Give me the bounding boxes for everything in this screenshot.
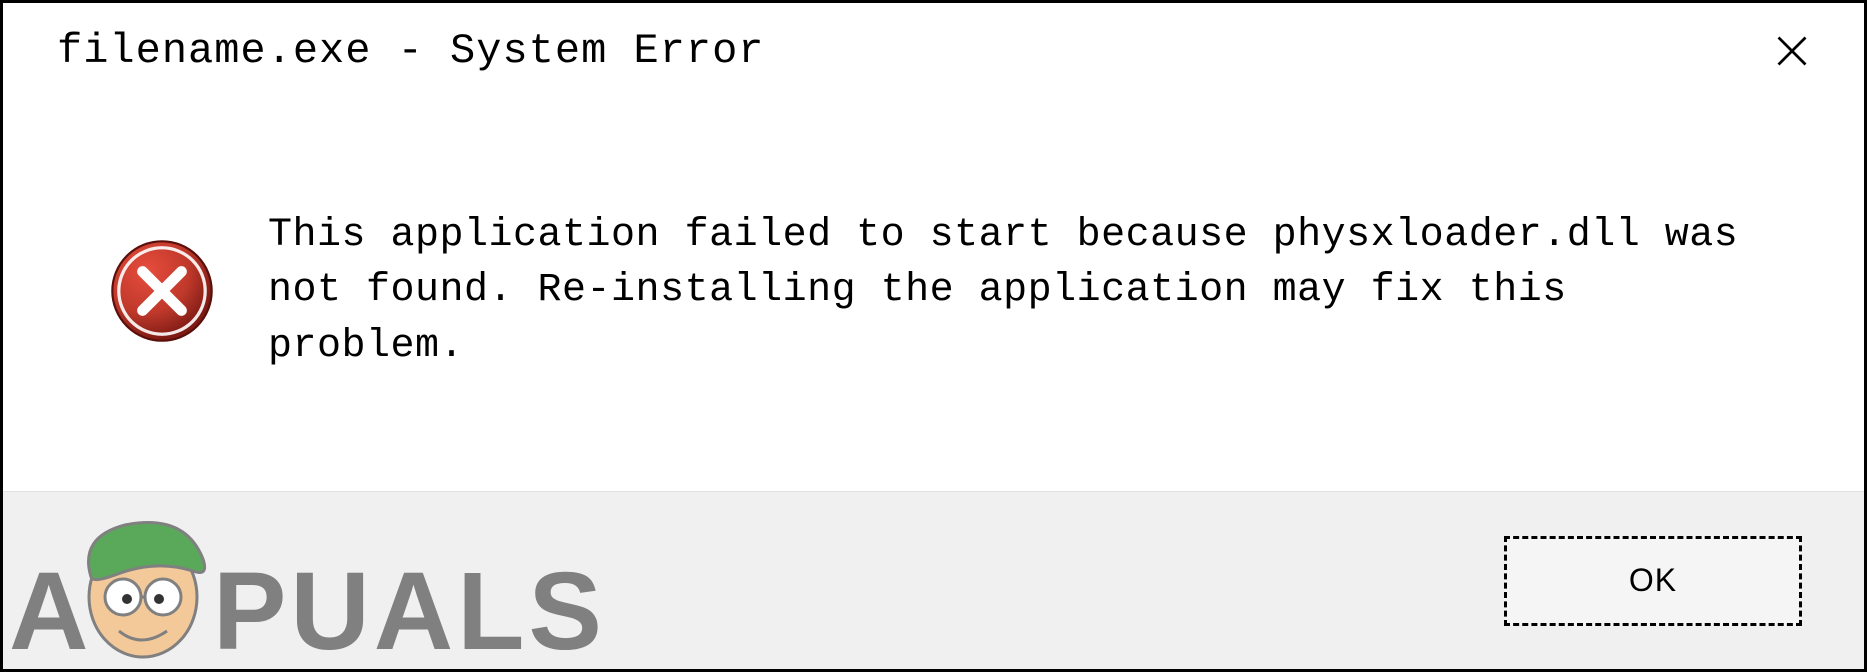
svg-text:PUALS: PUALS	[213, 550, 606, 669]
error-dialog: filename.exe - System Error This applica…	[0, 0, 1867, 672]
watermark: A PUALS	[3, 489, 703, 669]
close-button[interactable]	[1762, 21, 1822, 81]
ok-button[interactable]: OK	[1504, 536, 1802, 626]
close-icon	[1774, 33, 1810, 69]
dialog-titlebar[interactable]: filename.exe - System Error	[3, 3, 1864, 91]
svg-text:A: A	[9, 550, 92, 669]
error-icon	[108, 237, 216, 345]
dialog-content: This application failed to start because…	[3, 91, 1864, 491]
dialog-button-bar: A PUALS OK	[3, 491, 1864, 669]
dialog-title: filename.exe - System Error	[57, 27, 765, 75]
dialog-message: This application failed to start because…	[268, 208, 1748, 374]
